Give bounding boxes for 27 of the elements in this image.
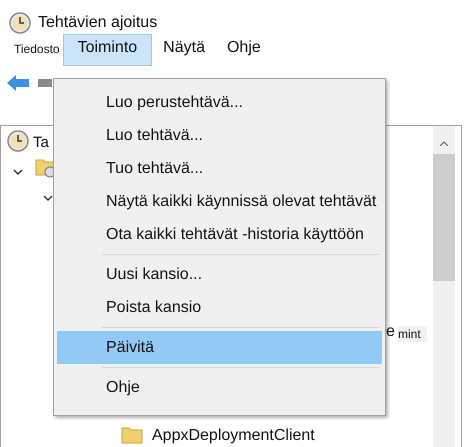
menu-item[interactable]: Tiedosto (13, 39, 63, 66)
folder-icon (121, 426, 143, 444)
menu-item[interactable]: Luo tehtävä... (57, 119, 382, 152)
back-arrow-icon[interactable] (6, 74, 30, 92)
chevron-icon[interactable] (43, 195, 53, 201)
menu-item[interactable]: Ota kaikki tehtävät -historia käyttöön (57, 218, 382, 251)
tree-item[interactable]: Ta (33, 132, 49, 154)
menu-item[interactable]: Luo perustehtävä... (57, 86, 382, 119)
clock-icon (9, 12, 31, 34)
menu-item[interactable]: Näytä (152, 35, 216, 66)
menu-item[interactable]: Ohje (216, 35, 272, 66)
scroll-up-icon[interactable] (440, 141, 448, 146)
menu-item[interactable]: Poista kansio (57, 291, 382, 324)
tree-item-text: e (386, 323, 395, 341)
menu-item[interactable]: Uusi kansio... (57, 258, 382, 291)
toolbar-icon[interactable] (38, 78, 52, 88)
menu-item[interactable]: Tuo tehtävä... (57, 152, 382, 185)
chevron-icon[interactable] (13, 169, 23, 175)
scrollbar-thumb[interactable] (433, 154, 455, 281)
menu-item[interactable]: Näytä kaikki käynnissä olevat tehtävät (57, 185, 382, 218)
clock-icon (7, 130, 29, 152)
menu-item[interactable]: Päivitä (57, 331, 382, 364)
tree-item-text: mint (398, 326, 427, 342)
tree-item[interactable]: AppxDeploymentClient (152, 427, 315, 445)
menu-item[interactable]: Ohje (57, 371, 382, 404)
window-title: Tehtävien ajoitus (38, 13, 158, 33)
menu-item[interactable]: Toiminto (62, 34, 152, 66)
